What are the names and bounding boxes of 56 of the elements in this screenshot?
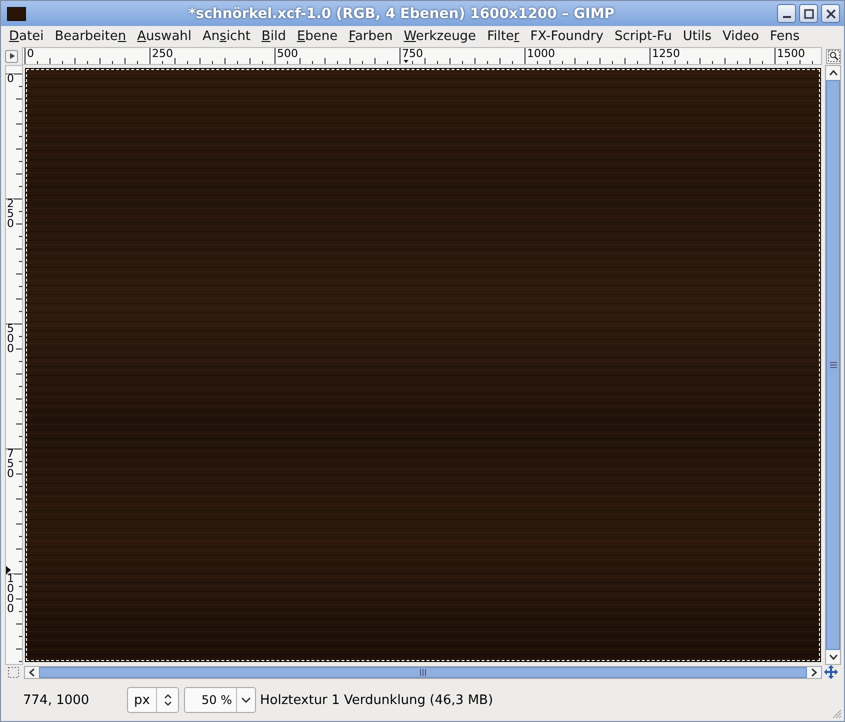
menu-item[interactable]: Werkzeuge <box>400 29 480 44</box>
status-message: Holztextur 1 Verdunklung (46,3 MB) <box>260 692 494 708</box>
menu-item[interactable]: Auswahl <box>133 29 196 44</box>
ruler-label: 250 <box>152 48 174 60</box>
pointer-marker-icon <box>402 58 410 63</box>
minimize-button[interactable] <box>777 4 796 23</box>
image-thumbnail-icon <box>7 6 26 20</box>
ruler-label: 0 <box>27 48 35 60</box>
menu-arrow-button[interactable] <box>5 50 18 62</box>
menu-item[interactable]: Fens <box>766 29 804 44</box>
window-title: *schnörkel.xcf-1.0 (RGB, 4 Ebenen) 1600x1200 – GIMP <box>187 6 616 22</box>
menu-item[interactable]: Utils <box>678 29 716 44</box>
ruler-label: 1000 <box>527 48 556 60</box>
minimize-icon <box>782 16 790 18</box>
menu-item[interactable]: Bild <box>258 29 290 44</box>
navigate-icon[interactable] <box>824 665 838 679</box>
spin-arrows-icon <box>164 694 172 706</box>
scroll-down-icon[interactable] <box>826 650 840 664</box>
ruler-label: 750 <box>7 449 14 479</box>
close-icon <box>826 8 836 18</box>
ruler-label: 500 <box>277 48 299 60</box>
menu-item[interactable]: Datei <box>5 29 48 44</box>
zoom-dropdown[interactable]: 50 % <box>184 687 256 713</box>
pointer-marker-icon <box>6 566 11 574</box>
menu-item[interactable]: Video <box>718 29 763 44</box>
quick-mask-icon[interactable] <box>7 666 20 678</box>
scroll-thumb[interactable] <box>826 80 840 650</box>
scroll-left-icon[interactable] <box>25 666 39 678</box>
vertical-scrollbar[interactable] <box>825 65 841 665</box>
pointer-coordinates: 774, 1000 <box>22 692 90 708</box>
zoom-icon[interactable] <box>826 48 841 64</box>
maximize-button[interactable] <box>799 4 818 23</box>
menu-item[interactable]: Script-Fu <box>610 29 676 44</box>
triangle-icon <box>8 52 16 60</box>
ruler-label: 1250 <box>652 48 681 60</box>
horizontal-scrollbar[interactable] <box>24 666 822 678</box>
ruler-label: 750 <box>402 48 424 60</box>
unit-dropdown[interactable]: px <box>127 687 179 713</box>
ruler-label: 0 <box>7 74 14 84</box>
ruler-label: 1500 <box>777 48 806 60</box>
menu-item[interactable]: Ebene <box>292 29 342 44</box>
menu-item[interactable]: Ansicht <box>198 29 255 44</box>
resize-grip-icon[interactable] <box>832 709 842 719</box>
scroll-right-icon[interactable] <box>807 666 821 678</box>
menu-item[interactable]: Bearbeiten <box>50 29 130 44</box>
menu-item[interactable]: Farben <box>344 29 397 44</box>
menu-item[interactable]: Filter <box>483 29 524 44</box>
menu-item[interactable]: FX-Foundry <box>526 29 608 44</box>
ruler-label: 1000 <box>7 574 14 614</box>
caret-icon <box>241 696 251 704</box>
ruler-label: 250 <box>7 199 14 229</box>
maximize-icon <box>804 8 814 18</box>
close-button[interactable] <box>821 4 840 23</box>
ruler-label: 500 <box>7 324 14 354</box>
scroll-up-icon[interactable] <box>826 66 840 80</box>
scroll-thumb[interactable] <box>39 666 807 678</box>
